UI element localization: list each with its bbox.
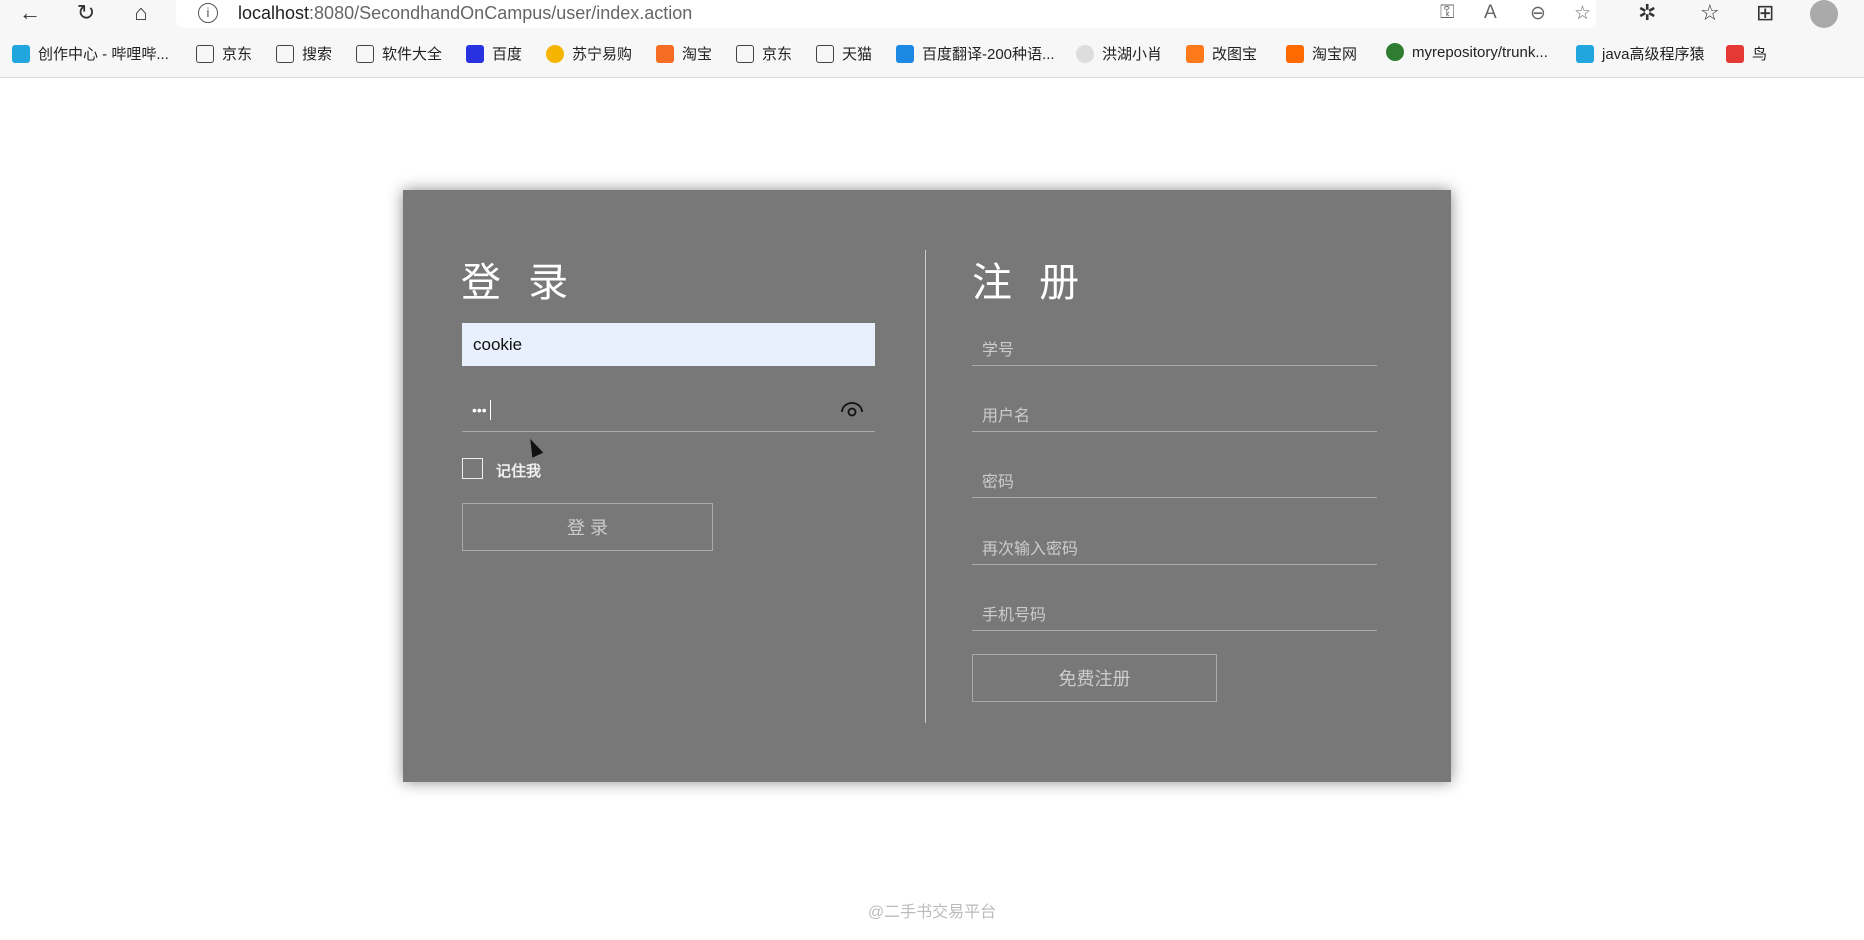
password-input[interactable]: •••: [462, 390, 875, 432]
bookmark[interactable]: 百度翻译-200种语...: [896, 43, 1055, 64]
bookmark[interactable]: 洪湖小肖: [1076, 43, 1162, 64]
bird-icon: [1726, 44, 1744, 63]
browser-toolbar: ← ↻ ⌂ i localhost:8080/SecondhandOnCampu…: [0, 0, 1864, 78]
auth-panel: 登 录 ••• 记住我 登 录 注 册 学号 用户名 密码 再次输入密码 手机号…: [403, 190, 1451, 782]
divider: [925, 250, 926, 723]
baidu-icon: [466, 44, 484, 63]
info-icon[interactable]: i: [198, 3, 218, 23]
bookmark-label: 京东: [222, 46, 253, 63]
bookmark[interactable]: java高级程序猿: [1576, 43, 1705, 64]
bookmark[interactable]: 苏宁易购: [546, 43, 632, 64]
show-password-icon[interactable]: [841, 400, 863, 418]
read-aloud-icon[interactable]: A: [1484, 2, 1497, 24]
bookmark[interactable]: 京东: [196, 43, 252, 64]
home-icon[interactable]: ⌂: [121, 0, 161, 26]
bookmark[interactable]: 淘宝网: [1286, 43, 1357, 64]
confirm-password-input[interactable]: 再次输入密码: [972, 521, 1377, 565]
bookmark-label: 百度: [492, 46, 523, 63]
register-button[interactable]: 免费注册: [972, 654, 1217, 702]
bookmark-label: 搜索: [302, 46, 333, 63]
avatar-icon: [1076, 44, 1094, 63]
bookmark-label: 软件大全: [382, 46, 443, 63]
register-password-input[interactable]: 密码: [972, 454, 1377, 498]
page-icon: [736, 44, 754, 63]
page-icon: [816, 44, 834, 63]
bookmark[interactable]: 软件大全: [356, 43, 442, 64]
text-caret: [490, 400, 491, 420]
bookmark[interactable]: 京东: [736, 43, 792, 64]
refresh-icon[interactable]: ↻: [66, 0, 106, 26]
taobao-icon: [1286, 44, 1304, 63]
bookmark[interactable]: myrepository/trunk...: [1386, 43, 1548, 61]
key-icon[interactable]: ⚿: [1440, 2, 1454, 24]
gaitubao-icon: [1186, 44, 1204, 63]
phone-input[interactable]: 手机号码: [972, 587, 1377, 631]
bilibili-icon: [1576, 44, 1594, 63]
add-favorite-icon[interactable]: ☆: [1574, 2, 1591, 25]
suning-icon: [546, 44, 564, 63]
username-input[interactable]: [462, 323, 875, 366]
student-id-input[interactable]: 学号: [972, 322, 1377, 366]
bookmark-label: 苏宁易购: [572, 46, 633, 63]
translate-icon: [896, 44, 914, 63]
taobao-icon: [656, 44, 674, 63]
bookmark[interactable]: 创作中心 - 哔哩哔...: [12, 43, 169, 64]
bilibili-icon: [12, 44, 30, 63]
bookmark-label: 创作中心 - 哔哩哔...: [38, 46, 169, 63]
page-icon: [196, 44, 214, 63]
login-title: 登 录: [461, 261, 577, 305]
password-mask: •••: [472, 402, 487, 418]
bookmark[interactable]: 百度: [466, 43, 522, 64]
bookmark-label: 京东: [762, 46, 793, 63]
register-title: 注 册: [972, 261, 1088, 305]
back-icon[interactable]: ←: [10, 0, 50, 26]
bookmark[interactable]: 搜索: [276, 43, 332, 64]
url-path: :8080/SecondhandOnCampus/user/index.acti…: [309, 3, 693, 23]
collections-icon[interactable]: ⊞: [1756, 0, 1774, 26]
bookmark-label: 百度翻译-200种语...: [922, 46, 1055, 63]
repository-icon: [1386, 43, 1404, 61]
favorites-icon[interactable]: ☆: [1700, 0, 1720, 26]
page-icon: [276, 44, 294, 63]
page-icon: [356, 44, 374, 63]
bookmark-label: 洪湖小肖: [1102, 46, 1163, 63]
bookmark-label: 鸟: [1752, 46, 1768, 63]
address-bar[interactable]: i localhost:8080/SecondhandOnCampus/user…: [176, 0, 1596, 28]
extensions-icon[interactable]: ✲: [1638, 0, 1656, 26]
bookmark-label: 淘宝网: [1312, 46, 1358, 63]
login-button[interactable]: 登 录: [462, 503, 713, 551]
bookmark-label: 淘宝: [682, 46, 713, 63]
bookmark-label: myrepository/trunk...: [1412, 43, 1548, 61]
bookmark-label: 改图宝: [1212, 46, 1258, 63]
bookmark-label: 天猫: [842, 46, 873, 63]
bookmark-label: java高级程序猿: [1602, 46, 1705, 63]
profile-avatar[interactable]: [1810, 0, 1838, 28]
bookmark[interactable]: 改图宝: [1186, 43, 1257, 64]
footer-watermark: @二手书交易平台: [867, 904, 997, 921]
bookmark[interactable]: 淘宝: [656, 43, 712, 64]
remember-me-label: 记住我: [496, 463, 542, 480]
url-host: localhost: [238, 3, 310, 23]
zoom-out-icon[interactable]: ⊖: [1530, 2, 1546, 25]
bookmark[interactable]: 天猫: [816, 43, 872, 64]
register-username-input[interactable]: 用户名: [972, 388, 1377, 432]
remember-me-checkbox[interactable]: [462, 458, 483, 479]
bookmark[interactable]: 鸟: [1726, 43, 1767, 64]
